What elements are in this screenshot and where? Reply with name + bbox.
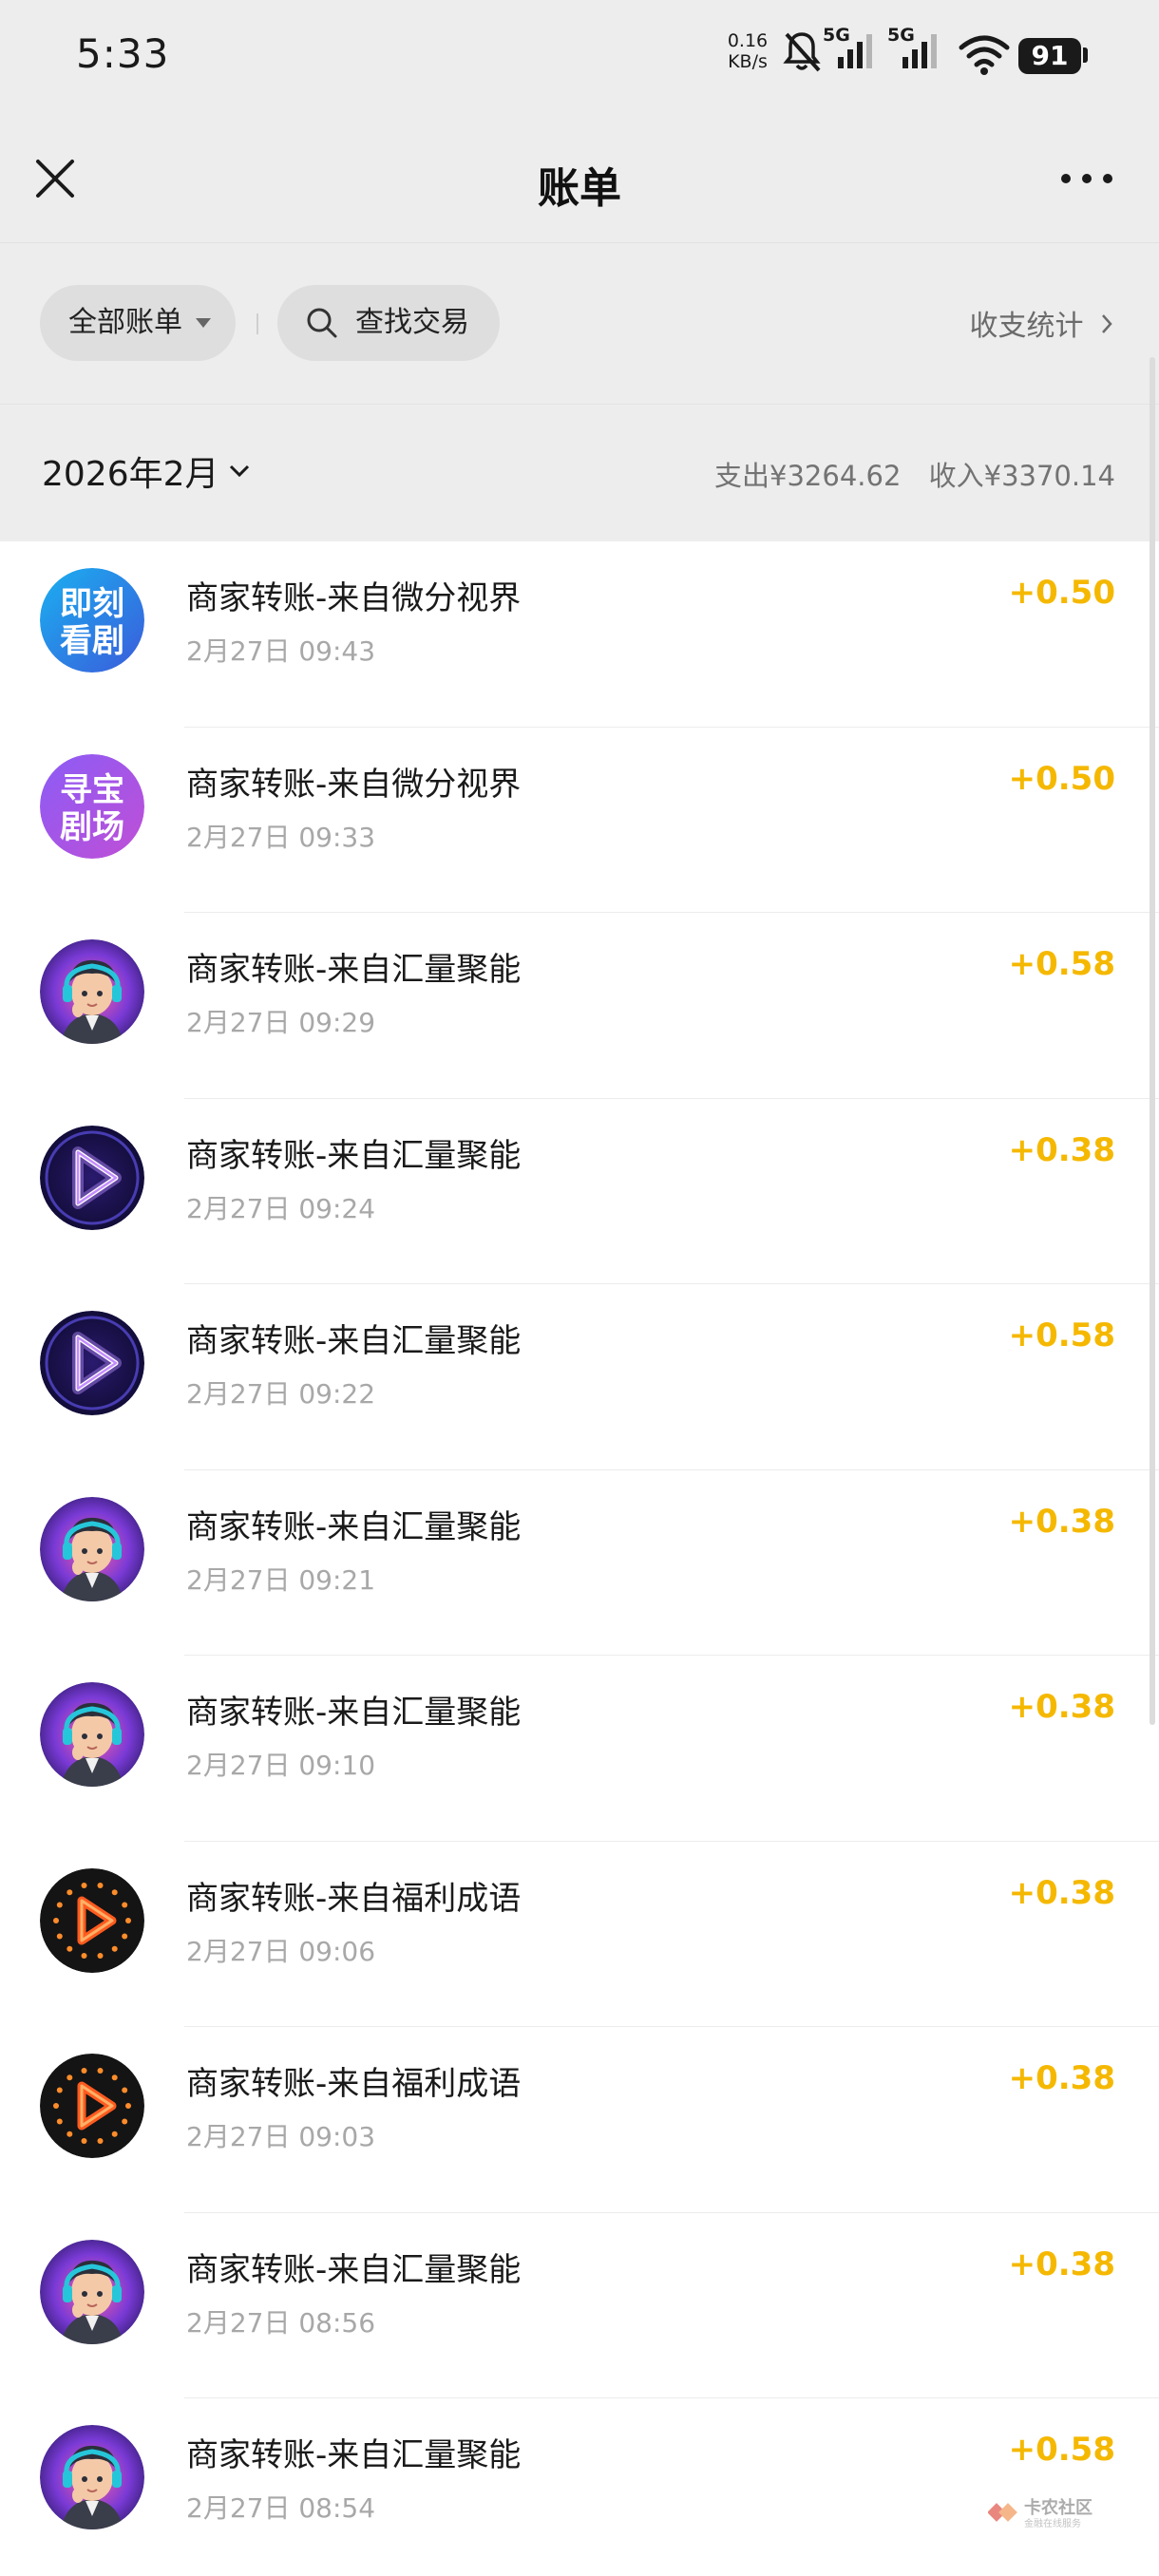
transaction-title: 商家转账-来自汇量聚能: [186, 1694, 522, 1732]
transaction-title: 商家转账-来自汇量聚能: [186, 2250, 522, 2289]
transaction-row[interactable]: 商家转账-来自汇量聚能 2月27日 09:29 +0.58: [0, 913, 1159, 1099]
network-speed: 0.16 KB/s: [724, 30, 771, 72]
chevron-right-icon: [1102, 314, 1112, 333]
network-speed-unit: KB/s: [728, 51, 768, 72]
transaction-time: 2月27日 09:10: [186, 1750, 376, 1781]
transaction-amount: +0.50: [1008, 574, 1115, 612]
transaction-title: 商家转账-来自汇量聚能: [186, 2436, 522, 2474]
month-summary: 支出¥3264.62 收入¥3370.14: [695, 454, 1115, 494]
transaction-row[interactable]: 即刻 看剧 商家转账-来自微分视界 2月27日 09:43 +0.50: [0, 541, 1159, 728]
transaction-title: 商家转账-来自微分视界: [186, 579, 522, 617]
wifi-icon: [959, 35, 1010, 75]
transaction-time: 2月27日 08:56: [186, 2306, 376, 2339]
avatar-text-line-1: 寻宝: [60, 771, 124, 809]
boy-headphones-avatar: [40, 2425, 144, 2529]
scrollbar[interactable]: [1150, 357, 1155, 1725]
boy-headphones-avatar: [40, 939, 144, 1044]
transaction-amount: +0.38: [1008, 2245, 1115, 2283]
transaction-title: 商家转账-来自福利成语: [186, 1879, 522, 1918]
search-icon: [307, 308, 337, 338]
transaction-row[interactable]: 商家转账-来自汇量聚能 2月27日 09:22 +0.58: [0, 1284, 1159, 1470]
battery-tip: [1083, 47, 1088, 63]
stats-label: 收支统计: [969, 310, 1084, 343]
avatar-text-line-2: 看剧: [60, 622, 124, 660]
transaction-title: 商家转账-来自汇量聚能: [186, 1507, 522, 1546]
transaction-amount: +0.58: [1008, 1316, 1115, 1354]
filter-divider: [256, 313, 258, 334]
transaction-time: 2月27日 09:03: [186, 2121, 376, 2152]
network-speed-value: 0.16: [727, 30, 769, 51]
more-options-icon[interactable]: [1053, 152, 1121, 205]
transaction-amount: +0.58: [1008, 2431, 1115, 2469]
transaction-title: 商家转账-来自汇量聚能: [186, 951, 522, 989]
cellular-signal-1-icon: 5G: [823, 25, 880, 74]
cellular-signal-2-icon: 5G: [887, 25, 944, 74]
transaction-time: 2月27日 09:24: [186, 1192, 376, 1224]
transaction-title: 商家转账-来自福利成语: [186, 2065, 522, 2103]
transaction-title: 商家转账-来自汇量聚能: [186, 1322, 522, 1360]
month-expense: 支出¥3264.62: [714, 460, 902, 492]
income-expense-stats-link[interactable]: 收支统计: [969, 302, 1113, 344]
transaction-amount: +0.38: [1008, 1688, 1115, 1726]
boy-headphones-avatar: [40, 2239, 144, 2344]
transaction-amount: +0.50: [1008, 759, 1115, 798]
month-selector[interactable]: 2026年2月: [42, 446, 219, 496]
neon-play-avatar: [40, 1125, 144, 1230]
transaction-time: 2月27日 09:22: [186, 1378, 376, 1410]
transaction-row[interactable]: 商家转账-来自汇量聚能 2月27日 09:24 +0.38: [0, 1098, 1159, 1284]
transaction-row[interactable]: 商家转账-来自汇量聚能 2月27日 09:21 +0.38: [0, 1469, 1159, 1656]
xunbao-juchang-avatar: 寻宝 剧场: [40, 753, 144, 859]
transaction-amount: +0.38: [1008, 1130, 1115, 1169]
transaction-title: 商家转账-来自微分视界: [186, 765, 522, 804]
transaction-list: 即刻 看剧 商家转账-来自微分视界 2月27日 09:43 +0.50 寻宝 剧…: [0, 541, 1159, 2576]
page-title: 账单: [538, 164, 621, 213]
watermark: 卡农社区 金融在线服务: [988, 2494, 1102, 2532]
transaction-amount: +0.38: [1008, 1873, 1115, 1912]
boy-headphones-avatar: [40, 1682, 144, 1787]
all-bills-label: 全部账单: [68, 306, 182, 339]
header: 账单: [0, 114, 1159, 243]
chevron-down-icon[interactable]: [228, 464, 251, 479]
transaction-row[interactable]: 商家转账-来自汇量聚能 2月27日 09:10 +0.38: [0, 1656, 1159, 1842]
month-income: 收入¥3370.14: [928, 460, 1115, 492]
jike-kanju-avatar: 即刻 看剧: [40, 568, 144, 672]
transaction-time: 2月27日 09:29: [186, 1007, 376, 1038]
all-bills-filter-button[interactable]: 全部账单: [40, 285, 236, 361]
search-label: 查找交易: [355, 306, 469, 339]
battery-level: 91: [1018, 38, 1081, 74]
month-bar: 2026年2月 支出¥3264.62 收入¥3370.14: [0, 405, 1159, 541]
transaction-row[interactable]: 商家转账-来自汇量聚能 2月27日 08:54 +0.58: [0, 2398, 1159, 2576]
transaction-amount: +0.58: [1008, 945, 1115, 983]
transaction-amount: +0.38: [1008, 2059, 1115, 2097]
caret-down-icon: [196, 318, 211, 328]
orange-play-avatar: [40, 2054, 144, 2158]
transaction-row[interactable]: 寻宝 剧场 商家转账-来自微分视界 2月27日 09:33 +0.50: [0, 727, 1159, 913]
transaction-time: 2月27日 09:33: [186, 821, 376, 853]
boy-headphones-avatar: [40, 1496, 144, 1601]
transaction-amount: +0.38: [1008, 1502, 1115, 1541]
orange-play-avatar: [40, 1867, 144, 1973]
filter-bar: 全部账单 查找交易 收支统计: [0, 243, 1159, 405]
transaction-time: 2月27日 08:54: [186, 2492, 376, 2524]
status-bar: 5:33 0.16 KB/s 5G 5G 91: [0, 0, 1159, 114]
transaction-row[interactable]: 商家转账-来自福利成语 2月27日 09:03 +0.38: [0, 2027, 1159, 2213]
transaction-time: 2月27日 09:06: [186, 1935, 376, 1967]
avatar-text-line-2: 剧场: [60, 808, 124, 846]
status-time: 5:33: [76, 30, 170, 77]
watermark-logo-icon: [988, 2503, 1017, 2522]
avatar-text-line-1: 即刻: [60, 585, 124, 623]
watermark-subtitle: 金融在线服务: [1024, 2519, 1081, 2529]
transaction-time: 2月27日 09:43: [186, 635, 376, 667]
transaction-time: 2月27日 09:21: [186, 1563, 376, 1596]
transaction-row[interactable]: 商家转账-来自福利成语 2月27日 09:06 +0.38: [0, 1841, 1159, 2027]
mute-notification-icon: [783, 32, 821, 72]
transaction-title: 商家转账-来自汇量聚能: [186, 1136, 522, 1175]
neon-play-avatar: [40, 1311, 144, 1415]
transaction-row[interactable]: 商家转账-来自汇量聚能 2月27日 08:56 +0.38: [0, 2212, 1159, 2398]
search-transactions-button[interactable]: 查找交易: [277, 285, 500, 361]
